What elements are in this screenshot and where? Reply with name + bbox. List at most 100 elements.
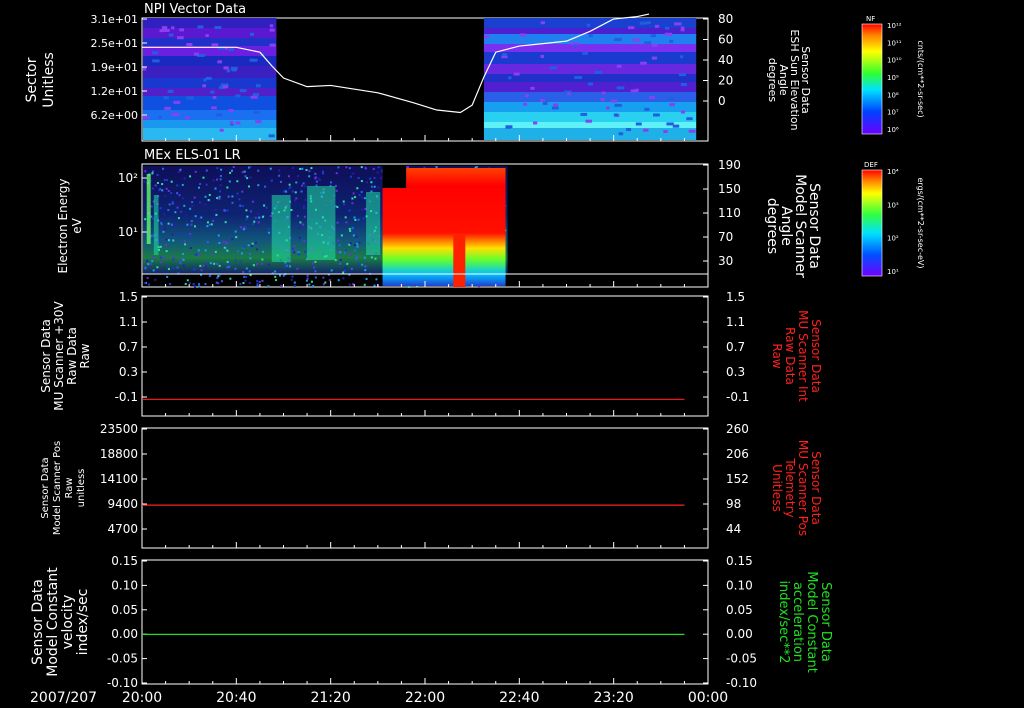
els-speckle bbox=[308, 283, 311, 286]
els-speckle bbox=[298, 236, 301, 239]
els-speckle bbox=[178, 259, 181, 262]
colorbar-tick-label: 10⁹ bbox=[887, 74, 899, 82]
els-speckle bbox=[363, 256, 366, 259]
right-tick-label: 60 bbox=[718, 33, 733, 47]
npi-speckle bbox=[553, 103, 559, 107]
npi-speckle bbox=[194, 52, 199, 56]
els-speckle bbox=[161, 189, 164, 192]
els-speckle bbox=[322, 172, 325, 175]
els-speckle bbox=[256, 248, 259, 251]
npi-speckle bbox=[574, 76, 583, 80]
left-tick-label: -0.10 bbox=[107, 676, 138, 690]
els-speckle bbox=[250, 244, 253, 247]
els-speckle bbox=[275, 279, 278, 282]
els-speckle bbox=[357, 263, 360, 266]
npi-speckle bbox=[632, 38, 641, 42]
els-speckle bbox=[172, 255, 175, 258]
els-speckle bbox=[369, 177, 372, 180]
els-speckle bbox=[352, 228, 355, 231]
els-speckle bbox=[314, 177, 317, 180]
npi-speckle bbox=[635, 122, 642, 126]
els-speckle bbox=[293, 244, 296, 247]
els-speckle bbox=[151, 172, 154, 175]
els-speckle bbox=[204, 195, 207, 198]
colorbar-tick-label: 10⁷ bbox=[887, 109, 899, 117]
els-speckle bbox=[168, 282, 171, 285]
els-speckle bbox=[165, 244, 168, 247]
npi-speckle bbox=[653, 113, 660, 117]
panel-3-frame bbox=[141, 295, 709, 417]
npi-speckle bbox=[219, 128, 224, 132]
els-speckle bbox=[220, 280, 223, 283]
npi-speckle bbox=[252, 93, 260, 97]
els-speckle bbox=[291, 190, 294, 193]
els-speckle bbox=[343, 269, 346, 272]
els-speckle bbox=[151, 260, 154, 263]
els-speckle bbox=[365, 181, 368, 184]
panel-4-left-ylabel: Sensor DataModel Scanner PosRawunitless bbox=[40, 441, 87, 535]
els-speckle bbox=[314, 172, 317, 175]
els-speckle bbox=[219, 178, 222, 181]
els-speckle bbox=[348, 167, 351, 170]
els-speckle bbox=[283, 190, 286, 193]
els-speckle bbox=[302, 223, 305, 226]
els-speckle bbox=[263, 204, 266, 207]
els-speckle bbox=[182, 259, 185, 262]
els-speckle bbox=[356, 245, 359, 248]
npi-speckle bbox=[605, 106, 610, 110]
els-speckle bbox=[351, 202, 354, 205]
els-speckle bbox=[289, 265, 292, 268]
els-speckle bbox=[226, 186, 229, 189]
els-speckle bbox=[322, 276, 325, 279]
right-tick-label: 40 bbox=[718, 53, 733, 67]
els-speckle bbox=[310, 280, 313, 283]
npi-speckle bbox=[680, 28, 685, 32]
els-speckle bbox=[214, 250, 217, 253]
panel-4-right-ylabel: Sensor DataMU Scanner PosTelemetryUnitle… bbox=[770, 440, 823, 536]
els-speckle bbox=[245, 276, 248, 279]
els-speckle bbox=[152, 217, 155, 220]
els-speckle bbox=[267, 228, 270, 231]
els-speckle bbox=[232, 166, 235, 169]
npi-speckle bbox=[253, 110, 260, 114]
npi-speckle bbox=[197, 25, 204, 29]
els-speckle bbox=[186, 279, 189, 282]
npi-band bbox=[483, 102, 697, 112]
x-tick-label: 00:00 bbox=[688, 690, 728, 706]
els-speckle bbox=[344, 249, 347, 252]
els-speckle bbox=[190, 223, 193, 226]
npi-speckle bbox=[586, 23, 591, 27]
els-speckle bbox=[249, 210, 252, 213]
npi-speckle bbox=[549, 66, 558, 70]
npi-speckle bbox=[647, 21, 651, 25]
els-speckle bbox=[217, 282, 220, 285]
els-speckle bbox=[304, 185, 307, 188]
els-speckle bbox=[240, 226, 243, 229]
npi-speckle bbox=[179, 28, 185, 32]
npi-band bbox=[143, 38, 277, 46]
els-speckle bbox=[297, 253, 300, 256]
els-speckle bbox=[229, 277, 232, 280]
npi-speckle bbox=[211, 106, 217, 110]
els-speckle bbox=[195, 253, 198, 256]
els-speckle bbox=[280, 284, 283, 287]
els-speckle bbox=[184, 243, 187, 246]
els-speckle bbox=[179, 261, 182, 264]
els-speckle bbox=[214, 209, 217, 212]
npi-speckle bbox=[176, 36, 184, 40]
npi-speckle bbox=[678, 73, 687, 77]
els-speckle bbox=[374, 257, 377, 260]
els-speckle bbox=[342, 271, 345, 274]
els-speckle bbox=[342, 200, 345, 203]
npi-speckle bbox=[614, 38, 622, 42]
els-speckle bbox=[377, 166, 380, 169]
els-speckle bbox=[204, 203, 207, 206]
left-tick-label: 23500 bbox=[100, 422, 138, 436]
els-speckle bbox=[197, 249, 200, 252]
els-speckle bbox=[361, 208, 364, 211]
els-speckle bbox=[218, 264, 221, 267]
els-speckle bbox=[234, 259, 237, 262]
els-speckle bbox=[242, 228, 245, 231]
els-speckle bbox=[278, 169, 281, 172]
els-speckle bbox=[154, 278, 157, 281]
